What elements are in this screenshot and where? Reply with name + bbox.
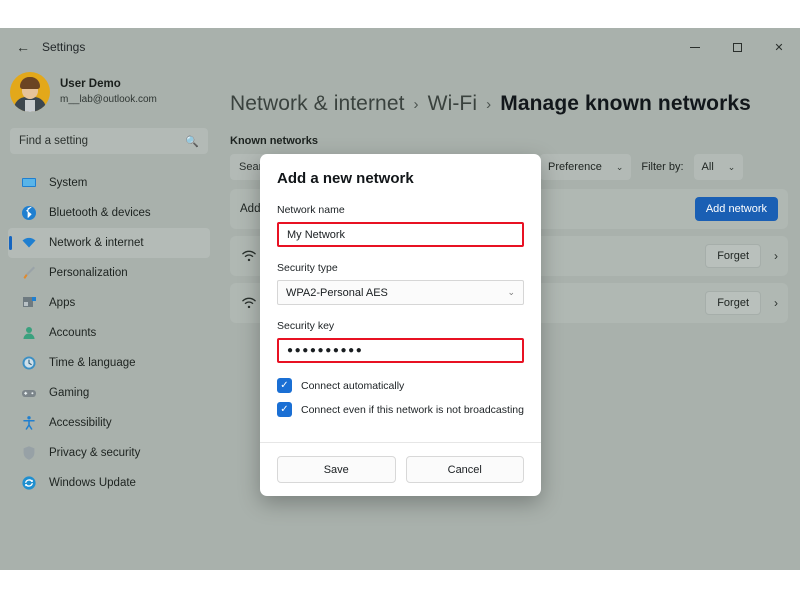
- add-network-dialog: Add a new network Network name My Networ…: [260, 154, 541, 496]
- search-icon: 🔍: [185, 135, 199, 148]
- section-title: Known networks: [230, 135, 319, 147]
- sidebar-item-personalization[interactable]: Personalization: [8, 258, 210, 288]
- shield-icon: [20, 444, 38, 462]
- sidebar-item-label: Privacy & security: [49, 447, 141, 459]
- checkbox-checked-icon[interactable]: ✓: [277, 378, 292, 393]
- dialog-title: Add a new network: [277, 170, 414, 187]
- window-title: Settings: [42, 40, 86, 54]
- network-name-input[interactable]: My Network: [277, 222, 524, 247]
- connect-hidden-row[interactable]: ✓ Connect even if this network is not br…: [277, 402, 524, 417]
- filter-value: All: [701, 161, 714, 173]
- breadcrumb-network-internet[interactable]: Network & internet: [230, 92, 405, 116]
- settings-window: ← Settings ✕ User Demo m__lab@outlook.co…: [0, 28, 800, 570]
- chevron-right-icon[interactable]: ›: [774, 296, 778, 310]
- dialog-footer: Save Cancel: [260, 442, 541, 496]
- sidebar-item-label: System: [49, 177, 88, 189]
- connect-automatically-row[interactable]: ✓ Connect automatically: [277, 378, 524, 393]
- accessibility-icon: [20, 414, 38, 432]
- breadcrumb-wifi[interactable]: Wi-Fi: [428, 92, 477, 116]
- sidebar-item-label: Bluetooth & devices: [49, 207, 151, 219]
- sidebar-item-time-language[interactable]: Time & language: [8, 348, 210, 378]
- forget-button[interactable]: Forget: [705, 244, 761, 268]
- account-block[interactable]: User Demo m__lab@outlook.com: [0, 66, 218, 118]
- search-input[interactable]: Find a setting 🔍: [10, 128, 208, 154]
- wifi-icon: [20, 234, 38, 252]
- security-key-label: Security key: [277, 320, 335, 332]
- sidebar-item-apps[interactable]: Apps: [8, 288, 210, 318]
- chevron-right-icon[interactable]: ›: [774, 249, 778, 263]
- sidebar-item-label: Accessibility: [49, 417, 112, 429]
- sidebar-item-label: Gaming: [49, 387, 90, 399]
- security-key-field-group: Security key ●●●●●●●●●●: [277, 320, 524, 363]
- security-type-label: Security type: [277, 262, 338, 274]
- gamepad-icon: [20, 384, 38, 402]
- breadcrumb-separator: ›: [486, 95, 492, 113]
- sidebar-item-accounts[interactable]: Accounts: [8, 318, 210, 348]
- network-name-field-group: Network name My Network: [277, 204, 524, 247]
- paintbrush-icon: [20, 264, 38, 282]
- sidebar-item-accessibility[interactable]: Accessibility: [8, 408, 210, 438]
- title-bar: ← Settings ✕: [0, 28, 800, 66]
- sidebar-item-label: Accounts: [49, 327, 97, 339]
- forget-button[interactable]: Forget: [705, 291, 761, 315]
- security-type-field-group: Security type WPA2-Personal AES ⌄: [277, 262, 524, 305]
- minimize-button[interactable]: [674, 28, 716, 66]
- update-icon: [20, 474, 38, 492]
- chevron-down-icon: ⌄: [615, 161, 624, 172]
- sidebar-item-gaming[interactable]: Gaming: [8, 378, 210, 408]
- breadcrumb: Network & internet › Wi-Fi › Manage know…: [230, 92, 800, 116]
- add-network-button[interactable]: Add network: [694, 197, 778, 221]
- preference-dropdown[interactable]: Preference ⌄: [540, 154, 632, 180]
- sidebar-item-label: Windows Update: [49, 477, 136, 489]
- maximize-button[interactable]: [716, 28, 758, 66]
- chevron-down-icon: ⌄: [727, 161, 736, 172]
- wifi-icon: [240, 294, 258, 312]
- close-button[interactable]: ✕: [758, 28, 800, 66]
- connect-hidden-label: Connect even if this network is not broa…: [301, 403, 524, 416]
- sidebar-item-label: Apps: [49, 297, 76, 309]
- dialog-body: Add a new network Network name My Networ…: [260, 154, 541, 442]
- cancel-button[interactable]: Cancel: [405, 456, 524, 483]
- bluetooth-icon: [20, 204, 38, 222]
- avatar: [10, 72, 50, 112]
- sidebar-nav: System Bluetooth & devices Network & int…: [0, 168, 218, 498]
- monitor-icon: [20, 174, 38, 192]
- clock-icon: [20, 354, 38, 372]
- sidebar-item-privacy-security[interactable]: Privacy & security: [8, 438, 210, 468]
- apps-icon: [20, 294, 38, 312]
- page-title: Manage known networks: [500, 92, 751, 115]
- account-email: m__lab@outlook.com: [60, 94, 157, 105]
- chevron-down-icon: ⌄: [507, 287, 515, 297]
- filter-dropdown[interactable]: All ⌄: [693, 154, 744, 180]
- sidebar-item-label: Time & language: [49, 357, 136, 369]
- security-key-input[interactable]: ●●●●●●●●●●: [277, 338, 524, 363]
- person-icon: [20, 324, 38, 342]
- network-name-value: My Network: [287, 228, 346, 241]
- wifi-icon: [240, 247, 258, 265]
- network-name-label: Network name: [277, 204, 345, 216]
- sidebar-item-system[interactable]: System: [8, 168, 210, 198]
- sidebar-item-network-internet[interactable]: Network & internet: [8, 228, 210, 258]
- preference-label: Preference: [548, 161, 602, 173]
- breadcrumb-separator: ›: [413, 95, 419, 113]
- checkbox-checked-icon[interactable]: ✓: [277, 402, 292, 417]
- security-key-value: ●●●●●●●●●●: [287, 345, 364, 356]
- security-type-value: WPA2-Personal AES: [286, 286, 388, 299]
- security-type-select[interactable]: WPA2-Personal AES ⌄: [277, 280, 524, 305]
- sidebar: User Demo m__lab@outlook.com Find a sett…: [0, 66, 218, 570]
- save-button[interactable]: Save: [277, 456, 396, 483]
- filter-by-label: Filter by:: [641, 161, 684, 173]
- sidebar-item-label: Network & internet: [49, 237, 144, 249]
- connect-automatically-label: Connect automatically: [301, 379, 405, 392]
- window-controls: ✕: [674, 28, 800, 66]
- sidebar-item-label: Personalization: [49, 267, 128, 279]
- sidebar-item-windows-update[interactable]: Windows Update: [8, 468, 210, 498]
- back-arrow-icon[interactable]: ←: [10, 34, 36, 60]
- account-name: User Demo: [60, 78, 121, 91]
- sidebar-item-bluetooth-devices[interactable]: Bluetooth & devices: [8, 198, 210, 228]
- search-placeholder: Find a setting: [19, 135, 89, 147]
